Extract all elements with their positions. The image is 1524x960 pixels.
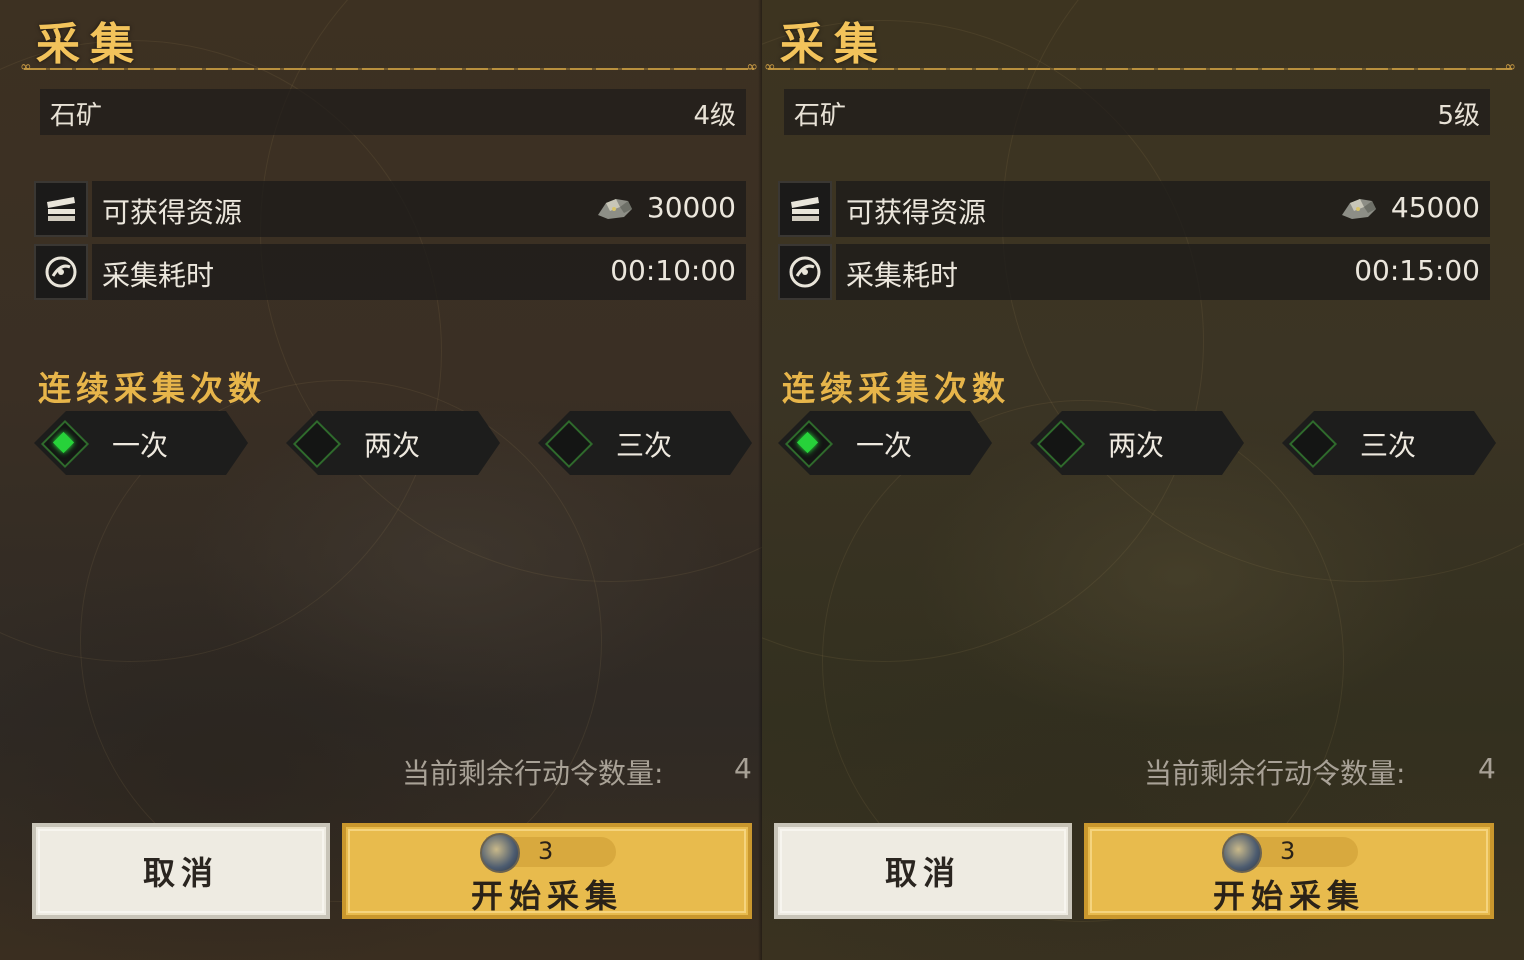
ore-icon bbox=[596, 195, 634, 225]
option-thrice[interactable]: 三次 bbox=[1282, 411, 1496, 475]
option-once[interactable]: 一次 bbox=[34, 411, 248, 475]
gather-time-row: 采集耗时 00:10:00 bbox=[34, 244, 746, 300]
option-label: 一次 bbox=[112, 429, 169, 462]
obtainable-resource-value: 30000 bbox=[646, 191, 736, 224]
option-twice[interactable]: 两次 bbox=[286, 411, 500, 475]
gather-panel-left: 采集 石矿 4级 可获得资源 30000 采集耗时 00:10:00 连续采 bbox=[0, 0, 762, 960]
cost-value: 3 bbox=[538, 837, 554, 865]
panel-title: 采集 bbox=[36, 19, 144, 70]
panel-title: 采集 bbox=[780, 19, 888, 70]
title-divider bbox=[764, 59, 1516, 75]
radio-diamond-icon bbox=[1036, 419, 1086, 469]
obtainable-resource-value: 45000 bbox=[1390, 191, 1480, 224]
obtainable-resource-row: 可获得资源 30000 bbox=[34, 181, 746, 237]
resource-level-bar: 石矿 4级 bbox=[40, 89, 746, 135]
resource-level: 5级 bbox=[1437, 101, 1480, 131]
option-label: 一次 bbox=[856, 429, 913, 462]
option-thrice[interactable]: 三次 bbox=[538, 411, 752, 475]
action-token-icon bbox=[1222, 833, 1262, 873]
start-gather-label: 开始采集 bbox=[1212, 877, 1365, 915]
radio-diamond-icon bbox=[1288, 419, 1338, 469]
option-label: 三次 bbox=[1360, 429, 1417, 462]
gather-time-label: 采集耗时 bbox=[846, 259, 959, 292]
option-once[interactable]: 一次 bbox=[778, 411, 992, 475]
repeat-count-heading: 连续采集次数 bbox=[38, 369, 266, 408]
clock-icon bbox=[778, 244, 832, 300]
resource-name: 石矿 bbox=[50, 101, 103, 131]
resource-level: 4级 bbox=[693, 101, 736, 131]
obtainable-resource-row: 可获得资源 45000 bbox=[778, 181, 1490, 237]
obtainable-resource-label: 可获得资源 bbox=[102, 196, 243, 229]
gather-time-row: 采集耗时 00:15:00 bbox=[778, 244, 1490, 300]
crate-icon bbox=[778, 181, 832, 237]
cancel-label: 取消 bbox=[142, 854, 219, 892]
start-gather-button[interactable]: 3 开始采集 bbox=[342, 823, 752, 919]
cancel-button[interactable]: 取消 bbox=[774, 823, 1072, 919]
remaining-tokens-label: 当前剩余行动令数量: bbox=[402, 757, 664, 790]
remaining-tokens-label: 当前剩余行动令数量: bbox=[1144, 757, 1406, 790]
action-token-icon bbox=[480, 833, 520, 873]
ore-icon bbox=[1340, 195, 1378, 225]
gather-time-label: 采集耗时 bbox=[102, 259, 215, 292]
cancel-label: 取消 bbox=[884, 854, 961, 892]
remaining-tokens-value: 4 bbox=[1478, 752, 1496, 785]
screen: 采集 石矿 4级 可获得资源 30000 采集耗时 00:10:00 连续采 bbox=[0, 0, 1524, 960]
start-gather-button[interactable]: 3 开始采集 bbox=[1084, 823, 1494, 919]
option-label: 两次 bbox=[1108, 429, 1165, 462]
cost-value: 3 bbox=[1280, 837, 1296, 865]
obtainable-resource-label: 可获得资源 bbox=[846, 196, 987, 229]
start-gather-label: 开始采集 bbox=[470, 877, 623, 915]
option-label: 两次 bbox=[364, 429, 421, 462]
repeat-count-heading: 连续采集次数 bbox=[782, 369, 1010, 408]
radio-diamond-icon bbox=[544, 419, 594, 469]
title-divider bbox=[20, 59, 758, 75]
radio-diamond-icon bbox=[40, 419, 90, 469]
radio-diamond-icon bbox=[784, 419, 834, 469]
resource-name: 石矿 bbox=[794, 101, 847, 131]
gather-time-value: 00:10:00 bbox=[610, 254, 736, 287]
gather-panel-right: 采集 石矿 5级 可获得资源 45000 采集耗时 00:15:00 连续采 bbox=[762, 0, 1524, 960]
option-twice[interactable]: 两次 bbox=[1030, 411, 1244, 475]
clock-icon bbox=[34, 244, 88, 300]
crate-icon bbox=[34, 181, 88, 237]
resource-level-bar: 石矿 5级 bbox=[784, 89, 1490, 135]
option-label: 三次 bbox=[616, 429, 673, 462]
gather-time-value: 00:15:00 bbox=[1354, 254, 1480, 287]
radio-diamond-icon bbox=[292, 419, 342, 469]
cancel-button[interactable]: 取消 bbox=[32, 823, 330, 919]
remaining-tokens-value: 4 bbox=[734, 752, 752, 785]
